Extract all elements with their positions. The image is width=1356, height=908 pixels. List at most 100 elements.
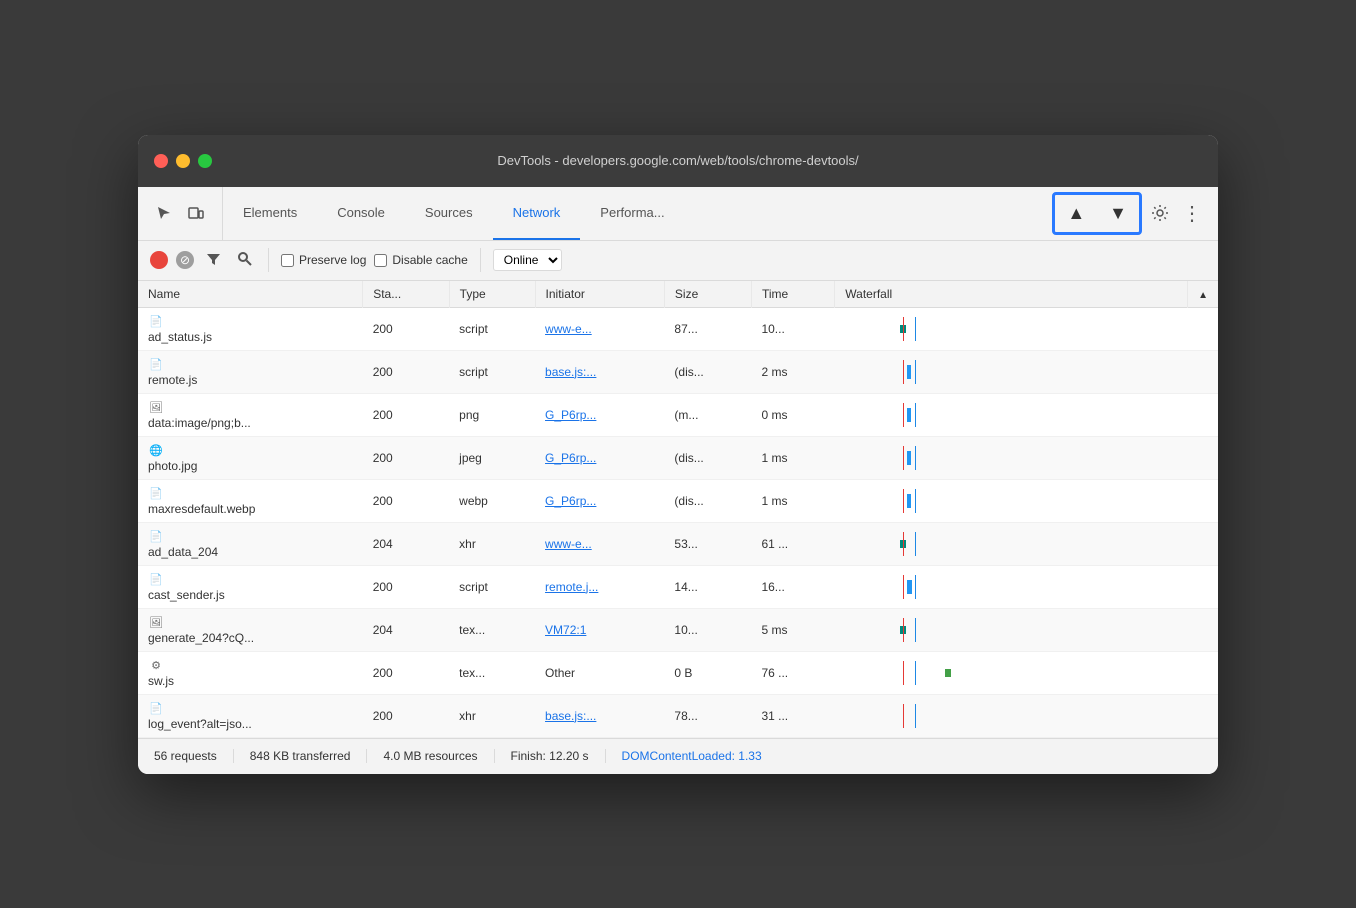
cell-status: 200 [363, 694, 449, 737]
disable-cache-checkbox[interactable] [374, 254, 387, 267]
cell-extra [1188, 350, 1218, 393]
upload-download-highlight: ▲ ▼ [1052, 192, 1142, 235]
cell-waterfall [835, 651, 1188, 694]
cell-type: jpeg [449, 436, 535, 479]
cell-size: (m... [664, 393, 751, 436]
devtools-window: DevTools - developers.google.com/web/too… [138, 135, 1218, 774]
status-transferred: 848 KB transferred [234, 749, 368, 763]
cell-name: 📄 cast_sender.js [138, 565, 363, 608]
table-row[interactable]: 📄 cast_sender.js 200 script remote.j... … [138, 565, 1218, 608]
cell-size: 78... [664, 694, 751, 737]
tab-console[interactable]: Console [317, 187, 405, 240]
col-status: Sta... [363, 281, 449, 308]
cell-extra [1188, 479, 1218, 522]
block-requests-btn[interactable]: ⊘ [176, 251, 194, 269]
tab-network[interactable]: Network [493, 187, 581, 240]
more-menu-btn[interactable]: ⋮ [1178, 199, 1206, 227]
cell-size: (dis... [664, 436, 751, 479]
col-sort[interactable] [1188, 281, 1218, 308]
file-icon: 📄 [148, 701, 164, 717]
status-requests: 56 requests [154, 749, 234, 763]
cell-initiator: Other [535, 651, 664, 694]
table-row[interactable]: 📄 ad_data_204 204 xhr www-e... 53... 61 … [138, 522, 1218, 565]
cell-status: 200 [363, 651, 449, 694]
cell-size: 14... [664, 565, 751, 608]
table-row[interactable]: 📄 log_event?alt=jso... 200 xhr base.js:.… [138, 694, 1218, 737]
upload-icon: ▲ [1067, 203, 1085, 224]
cell-waterfall [835, 350, 1188, 393]
cell-type: tex... [449, 608, 535, 651]
col-type: Type [449, 281, 535, 308]
cell-size: 53... [664, 522, 751, 565]
cell-time: 1 ms [751, 436, 834, 479]
cell-name: 📄 ad_data_204 [138, 522, 363, 565]
file-icon: 📄 [148, 572, 164, 588]
cell-name: 🌐 photo.jpg [138, 436, 363, 479]
cell-waterfall [835, 608, 1188, 651]
cell-type: webp [449, 479, 535, 522]
table-row[interactable]: 🖼 generate_204?cQ... 204 tex... VM72:1 1… [138, 608, 1218, 651]
cell-waterfall [835, 436, 1188, 479]
cell-extra [1188, 651, 1218, 694]
separator-1 [268, 248, 269, 272]
cell-extra [1188, 608, 1218, 651]
cursor-icon-btn[interactable] [150, 199, 178, 227]
maximize-button[interactable] [198, 154, 212, 168]
record-btn[interactable] [150, 251, 168, 269]
tab-sources[interactable]: Sources [405, 187, 493, 240]
table-row[interactable]: 🖼 data:image/png;b... 200 png G_P6rp... … [138, 393, 1218, 436]
cell-size: 0 B [664, 651, 751, 694]
filter-btn[interactable] [202, 249, 225, 272]
cell-status: 200 [363, 565, 449, 608]
toolbar-left [138, 187, 223, 240]
file-icon: ⚙ [148, 658, 164, 674]
status-dom-content: DOMContentLoaded: 1.33 [606, 749, 778, 763]
cell-waterfall [835, 522, 1188, 565]
table-row[interactable]: 📄 ad_status.js 200 script www-e... 87...… [138, 307, 1218, 350]
throttle-select[interactable]: Online [493, 249, 562, 271]
upload-btn[interactable]: ▲ [1063, 199, 1089, 228]
cell-type: xhr [449, 694, 535, 737]
cell-initiator: G_P6rp... [535, 436, 664, 479]
cell-time: 16... [751, 565, 834, 608]
minimize-button[interactable] [176, 154, 190, 168]
cell-type: xhr [449, 522, 535, 565]
cell-name: 📄 log_event?alt=jso... [138, 694, 363, 737]
toolbar-right: ▲ ▼ ⋮ [1040, 187, 1218, 240]
table-row[interactable]: ⚙ sw.js 200 tex... Other 0 B 76 ... [138, 651, 1218, 694]
table-row[interactable]: 📄 remote.js 200 script base.js:... (dis.… [138, 350, 1218, 393]
download-btn[interactable]: ▼ [1105, 199, 1131, 228]
cell-time: 10... [751, 307, 834, 350]
filter-bar: ⊘ Preserve log Disable cache Online [138, 241, 1218, 281]
close-button[interactable] [154, 154, 168, 168]
cell-initiator: remote.j... [535, 565, 664, 608]
cell-waterfall [835, 694, 1188, 737]
settings-btn[interactable] [1146, 199, 1174, 227]
file-icon: 🌐 [148, 443, 164, 459]
device-toggle-btn[interactable] [182, 199, 210, 227]
search-btn[interactable] [233, 249, 256, 272]
table-row[interactable]: 🌐 photo.jpg 200 jpeg G_P6rp... (dis... 1… [138, 436, 1218, 479]
cell-size: 87... [664, 307, 751, 350]
cell-waterfall [835, 307, 1188, 350]
title-bar: DevTools - developers.google.com/web/too… [138, 135, 1218, 187]
table-header-row: Name Sta... Type Initiator Size Time Wat… [138, 281, 1218, 308]
disable-cache-label[interactable]: Disable cache [374, 253, 467, 267]
cell-status: 200 [363, 350, 449, 393]
preserve-log-label[interactable]: Preserve log [281, 253, 366, 267]
preserve-log-checkbox[interactable] [281, 254, 294, 267]
cell-status: 200 [363, 307, 449, 350]
tab-elements[interactable]: Elements [223, 187, 317, 240]
cell-waterfall [835, 393, 1188, 436]
table-row[interactable]: 📄 maxresdefault.webp 200 webp G_P6rp... … [138, 479, 1218, 522]
cell-initiator: base.js:... [535, 694, 664, 737]
cell-extra [1188, 694, 1218, 737]
cell-initiator: base.js:... [535, 350, 664, 393]
window-title: DevTools - developers.google.com/web/too… [497, 153, 858, 168]
cell-initiator: G_P6rp... [535, 479, 664, 522]
cell-name: 🖼 data:image/png;b... [138, 393, 363, 436]
cell-time: 2 ms [751, 350, 834, 393]
cell-status: 204 [363, 608, 449, 651]
cell-initiator: www-e... [535, 522, 664, 565]
tab-performance[interactable]: Performa... [580, 187, 684, 240]
